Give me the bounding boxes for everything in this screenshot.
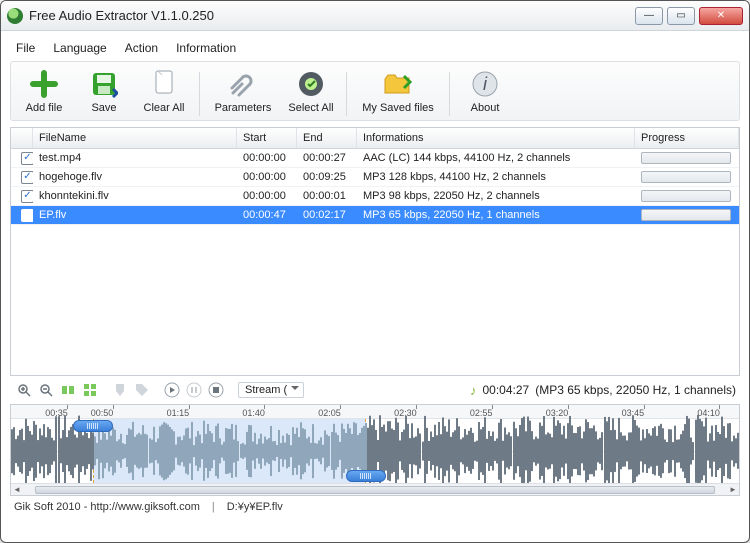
- folder-icon: [382, 68, 414, 100]
- selection-end-handle[interactable]: [346, 470, 386, 482]
- stream-dropdown[interactable]: Stream (: [238, 382, 304, 398]
- table-row[interactable]: EP.flv00:00:4700:02:17MP3 65 kbps, 22050…: [11, 206, 739, 225]
- progress-bar: [641, 171, 731, 183]
- status-filepath: D:¥y¥EP.flv: [227, 501, 283, 513]
- music-note-icon: ♪: [470, 383, 477, 398]
- save-icon: [88, 68, 120, 100]
- wave-codec: (MP3 65 kbps, 22050 Hz, 1 channels): [535, 383, 736, 397]
- toolbar-separator: [199, 72, 200, 116]
- save-button[interactable]: Save: [77, 66, 131, 116]
- cell-filename: EP.flv: [33, 207, 237, 223]
- menu-file[interactable]: File: [16, 41, 35, 55]
- clear-all-button[interactable]: Clear All: [137, 66, 191, 116]
- col-progress[interactable]: Progress: [635, 128, 739, 148]
- menu-language[interactable]: Language: [53, 41, 106, 55]
- cell-end: 00:09:25: [297, 169, 357, 185]
- status-left: Gik Soft 2010 - http://www.giksoft.com: [14, 501, 200, 513]
- pause-button[interactable]: [184, 380, 204, 400]
- select-all-button[interactable]: Select All: [284, 66, 338, 116]
- menu-information[interactable]: Information: [176, 41, 236, 55]
- table-row[interactable]: hogehoge.flv00:00:0000:09:25MP3 128 kbps…: [11, 168, 739, 187]
- cell-info: MP3 128 kbps, 44100 Hz, 2 channels: [357, 169, 635, 185]
- cell-info: MP3 65 kbps, 22050 Hz, 1 channels: [357, 207, 635, 223]
- progress-bar: [641, 209, 731, 221]
- row-checkbox[interactable]: [21, 171, 33, 184]
- cell-info: AAC (LC) 144 kbps, 44100 Hz, 2 channels: [357, 150, 635, 166]
- cell-start: 00:00:00: [237, 150, 297, 166]
- cell-end: 00:00:01: [297, 188, 357, 204]
- cell-end: 00:02:17: [297, 207, 357, 223]
- menu-action[interactable]: Action: [125, 41, 158, 55]
- cell-start: 00:00:47: [237, 207, 297, 223]
- grid-header: FileName Start End Informations Progress: [11, 128, 739, 149]
- play-button[interactable]: [162, 380, 182, 400]
- zoom-out-icon[interactable]: [36, 380, 56, 400]
- app-window: Free Audio Extractor V1.1.0.250 — ▭ ✕ Fi…: [0, 0, 750, 543]
- waveform[interactable]: 00:3500:5001:1501:4002:0502:3002:5503:20…: [10, 404, 740, 496]
- statusbar: Gik Soft 2010 - http://www.giksoft.com |…: [10, 496, 740, 518]
- cell-start: 00:00:00: [237, 169, 297, 185]
- cell-end: 00:00:27: [297, 150, 357, 166]
- add-file-button[interactable]: Add file: [17, 66, 71, 116]
- cell-info: MP3 98 kbps, 22050 Hz, 2 channels: [357, 188, 635, 204]
- tag-icon[interactable]: [132, 380, 152, 400]
- my-saved-button[interactable]: My Saved files: [355, 66, 441, 116]
- cell-filename: khonntekini.flv: [33, 188, 237, 204]
- parameters-button[interactable]: Parameters: [208, 66, 278, 116]
- app-icon: [7, 8, 23, 24]
- maximize-button[interactable]: ▭: [667, 7, 695, 25]
- scroll-thumb[interactable]: [35, 486, 715, 494]
- col-info[interactable]: Informations: [357, 128, 635, 148]
- marker-icon[interactable]: [110, 380, 130, 400]
- horizontal-scrollbar[interactable]: ◄ ►: [11, 483, 739, 495]
- selection-start-handle[interactable]: [73, 420, 113, 432]
- about-button[interactable]: i About: [458, 66, 512, 116]
- toolbar-separator: [346, 72, 347, 116]
- close-button[interactable]: ✕: [699, 7, 743, 25]
- table-row[interactable]: khonntekini.flv00:00:0000:00:01MP3 98 kb…: [11, 187, 739, 206]
- col-start[interactable]: Start: [237, 128, 297, 148]
- titlebar[interactable]: Free Audio Extractor V1.1.0.250 — ▭ ✕: [1, 1, 749, 31]
- row-checkbox[interactable]: [21, 152, 33, 165]
- add-icon: [28, 68, 60, 100]
- wave-duration: 00:04:27: [483, 383, 530, 397]
- clear-icon: [148, 68, 180, 100]
- zoom-fit-icon[interactable]: [80, 380, 100, 400]
- stop-button[interactable]: [206, 380, 226, 400]
- progress-bar: [641, 190, 731, 202]
- time-ruler: 00:3500:5001:1501:4002:0502:3002:5503:20…: [11, 405, 739, 419]
- cell-start: 00:00:00: [237, 188, 297, 204]
- wrench-icon: [227, 68, 259, 100]
- table-row[interactable]: test.mp400:00:0000:00:27AAC (LC) 144 kbp…: [11, 149, 739, 168]
- file-grid: FileName Start End Informations Progress…: [10, 127, 740, 376]
- toolbar: Add file Save Clear All Parameters: [10, 61, 740, 121]
- zoom-sel-icon[interactable]: [58, 380, 78, 400]
- scroll-right-icon[interactable]: ►: [727, 484, 739, 496]
- row-checkbox[interactable]: [21, 209, 33, 222]
- col-filename[interactable]: FileName: [33, 128, 237, 148]
- select-all-icon: [295, 68, 327, 100]
- col-end[interactable]: End: [297, 128, 357, 148]
- window-title: Free Audio Extractor V1.1.0.250: [29, 8, 635, 23]
- wave-toolbar: Stream ( ♪ 00:04:27 (MP3 65 kbps, 22050 …: [10, 376, 740, 404]
- menubar: File Language Action Information: [10, 37, 740, 61]
- cell-filename: hogehoge.flv: [33, 169, 237, 185]
- info-icon: i: [469, 68, 501, 100]
- zoom-in-icon[interactable]: [14, 380, 34, 400]
- minimize-button[interactable]: —: [635, 7, 663, 25]
- scroll-left-icon[interactable]: ◄: [11, 484, 23, 496]
- grid-body: test.mp400:00:0000:00:27AAC (LC) 144 kbp…: [11, 149, 739, 225]
- progress-bar: [641, 152, 731, 164]
- toolbar-separator: [449, 72, 450, 116]
- row-checkbox[interactable]: [21, 190, 33, 203]
- cell-filename: test.mp4: [33, 150, 237, 166]
